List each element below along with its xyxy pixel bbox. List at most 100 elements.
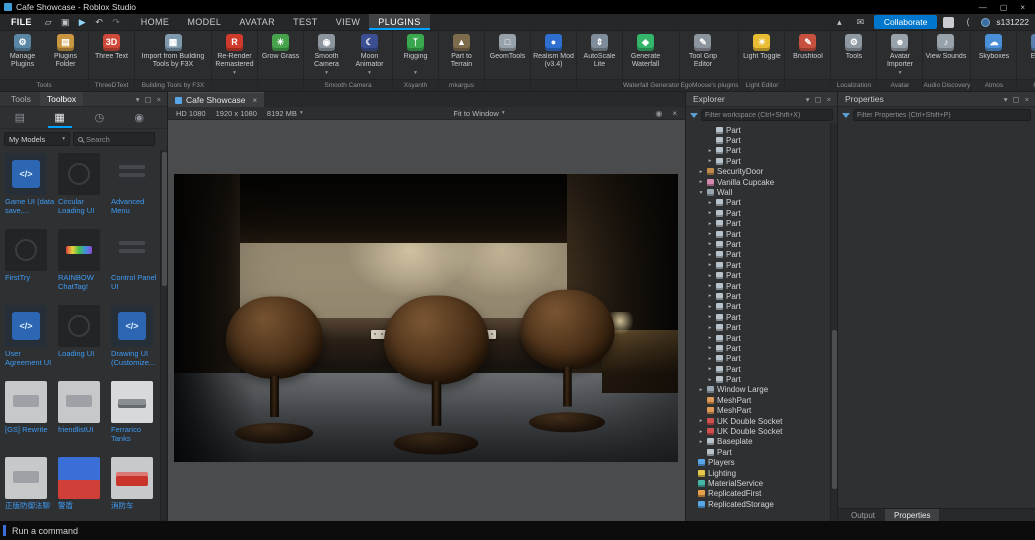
explorer-item-vanilla-cupcake[interactable]: ▸ Vanilla Cupcake — [686, 177, 829, 187]
explorer-item-part[interactable]: ▸ Part — [686, 146, 829, 156]
explorer-item-part[interactable]: ▸ Part — [686, 312, 829, 322]
user-avatar[interactable] — [981, 17, 991, 27]
ribbon-button-smooth-camera[interactable]: ◉ Smooth Camera ▾ — [305, 34, 348, 77]
toolbox-item[interactable]: User Agreement UI — [5, 305, 55, 379]
category-dropdown[interactable]: My Models ▾ — [4, 132, 70, 146]
expand-arrow-icon[interactable]: ▸ — [707, 273, 713, 279]
toolbox-item[interactable]: Loading UI — [58, 305, 108, 379]
explorer-item-uk-double-socket[interactable]: ▸ UK Double Socket — [686, 416, 829, 426]
explorer-item-part[interactable]: ▸ Part — [686, 291, 829, 301]
expand-arrow-icon[interactable]: ▸ — [707, 210, 713, 216]
expand-arrow-icon[interactable]: ▸ — [707, 366, 713, 372]
explorer-item-part[interactable]: ▸ Part — [686, 343, 829, 353]
document-tab[interactable]: Cafe Showcase × — [168, 92, 265, 107]
fit-to-window-dropdown[interactable]: Fit to Window ▾ — [453, 109, 504, 118]
toolbox-item[interactable]: Advanced Menu — [111, 153, 161, 227]
explorer-item-part[interactable]: ▸ Part — [686, 374, 829, 384]
toolbox-tab-recent-icon[interactable]: ◷ — [87, 108, 111, 128]
expand-arrow-icon[interactable]: ▸ — [707, 231, 713, 237]
explorer-item-meshpart[interactable]: MeshPart — [686, 406, 829, 416]
panel-float-icon[interactable]: ▢ — [145, 95, 152, 104]
expand-arrow-icon[interactable]: ▸ — [698, 387, 704, 393]
ribbon-button-re-render-remastered[interactable]: R Re-Render Remastered ▾ — [213, 34, 256, 77]
explorer-item-part[interactable]: Part — [686, 125, 829, 135]
explorer-item-part[interactable]: ▸ Part — [686, 364, 829, 374]
expand-arrow-icon[interactable]: ▸ — [707, 304, 713, 310]
expand-arrow-icon[interactable]: ▸ — [707, 314, 713, 320]
ribbon-button-grow-grass[interactable]: ✳ Grow Grass — [259, 34, 302, 69]
redo-icon[interactable]: ↷ — [109, 15, 124, 30]
explorer-item-part[interactable]: ▸ Part — [686, 333, 829, 343]
close-icon[interactable]: × — [1020, 3, 1025, 12]
menu-tab-test[interactable]: TEST — [284, 14, 327, 30]
toolbox-item[interactable]: Circular Loading UI — [58, 153, 108, 227]
ribbon-button-skyboxes[interactable]: ☁ Skyboxes — [972, 34, 1015, 69]
expand-arrow-icon[interactable]: ▸ — [707, 252, 713, 258]
explorer-item-part[interactable]: Part — [686, 135, 829, 145]
panel-menu-icon[interactable]: ▾ — [806, 95, 810, 104]
menu-tab-home[interactable]: HOME — [132, 14, 179, 30]
explorer-item-lighting[interactable]: Lighting — [686, 468, 829, 478]
record-icon[interactable]: ◉ — [655, 109, 662, 118]
explorer-item-part[interactable]: ▸ Part — [686, 260, 829, 270]
panel-float-icon[interactable]: ▢ — [815, 95, 822, 104]
panel-tab-toolbox[interactable]: Toolbox — [39, 92, 84, 106]
ribbon-button-part-to-terrain[interactable]: ▲ Part to Terrain — [440, 34, 483, 69]
expand-arrow-icon[interactable]: ▸ — [707, 241, 713, 247]
memory-dropdown[interactable]: 8192 MB ▾ — [267, 109, 303, 118]
panel-close-icon[interactable]: × — [1025, 95, 1029, 104]
explorer-item-part[interactable]: ▸ Part — [686, 250, 829, 260]
explorer-item-materialservice[interactable]: MaterialService — [686, 478, 829, 488]
maximize-icon[interactable]: ▢ — [1000, 3, 1008, 12]
toolbox-scrollbar[interactable] — [160, 150, 167, 521]
expand-arrow-icon[interactable]: ▸ — [707, 356, 713, 362]
infobar-close-icon[interactable]: × — [672, 109, 677, 118]
collapse-ribbon-icon[interactable]: ▴ — [832, 15, 847, 30]
explorer-item-part[interactable]: ▸ Part — [686, 208, 829, 218]
ribbon-button-avatar-importer[interactable]: ☻ Avatar Importer ▾ — [878, 34, 921, 77]
save-icon[interactable]: ▣ — [58, 15, 73, 30]
explorer-item-part[interactable]: ▸ Part — [686, 322, 829, 332]
expand-arrow-icon[interactable]: ▸ — [698, 429, 704, 435]
tab-output[interactable]: Output — [842, 509, 884, 521]
explorer-item-window-large[interactable]: ▸ Window Large — [686, 385, 829, 395]
ribbon-button-brushtool[interactable]: ✎ Brushtool — [786, 34, 829, 69]
ribbon-button-tool-grip-editor[interactable]: ✎ Tool Grip Editor — [681, 34, 724, 69]
expand-arrow-icon[interactable]: ▸ — [707, 335, 713, 341]
explorer-item-part[interactable]: ▸ Part — [686, 156, 829, 166]
panel-menu-icon[interactable]: ▾ — [136, 95, 140, 104]
explorer-item-players[interactable]: Players — [686, 458, 829, 468]
explorer-item-part[interactable]: Part — [686, 447, 829, 457]
explorer-item-baseplate[interactable]: ▸ Baseplate — [686, 437, 829, 447]
menu-tab-plugins[interactable]: PLUGINS — [369, 14, 430, 30]
ribbon-button-tools[interactable]: ⚙ Tools — [832, 34, 875, 69]
ribbon-button-generate-waterfall[interactable]: ◆ Generate Waterfall — [624, 34, 667, 69]
expand-arrow-icon[interactable]: ▸ — [707, 325, 713, 331]
ribbon-button-manage-plugins[interactable]: ⚙ Manage Plugins — [1, 34, 44, 69]
bar-stool[interactable] — [514, 289, 619, 433]
ribbon-button-rigging[interactable]: ᛉ Rigging ▾ — [394, 34, 437, 77]
play-icon[interactable]: ▶ — [75, 15, 90, 30]
expand-arrow-icon[interactable]: ▸ — [698, 439, 704, 445]
minimize-icon[interactable]: — — [979, 3, 987, 12]
explorer-item-part[interactable]: ▸ Part — [686, 229, 829, 239]
toolbox-item[interactable]: FirstTry — [5, 229, 55, 303]
toolbox-tab-inventory-icon[interactable]: ▦ — [48, 108, 72, 128]
toolbox-item[interactable]: [GS] Rewrite — [5, 381, 55, 455]
explorer-item-wall[interactable]: ▾ Wall — [686, 187, 829, 197]
ribbon-button-moon-animator[interactable]: ☾ Moon Animator ▾ — [348, 34, 391, 77]
expand-arrow-icon[interactable]: ▸ — [698, 179, 704, 185]
panel-menu-icon[interactable]: ▾ — [1004, 95, 1008, 104]
share-icon[interactable]: ⟨ — [960, 15, 975, 30]
expand-arrow-icon[interactable]: ▸ — [707, 200, 713, 206]
panel-tab-tools[interactable]: Tools — [4, 92, 38, 106]
ribbon-button-realism-mod-v3-4[interactable]: ● Realism Mod (v3.4) — [532, 34, 575, 69]
search-box[interactable] — [73, 132, 155, 146]
expand-arrow-icon[interactable]: ▸ — [707, 148, 713, 154]
avatar-thumbnail[interactable] — [943, 16, 955, 28]
chat-icon[interactable]: ✉ — [853, 15, 868, 30]
ribbon-button-plugins-folder[interactable]: ▤ Plugins Folder — [44, 34, 87, 69]
explorer-filter-input[interactable] — [701, 109, 833, 121]
toolbox-item[interactable]: RAINBOW ChatTag! — [58, 229, 108, 303]
toolbox-item[interactable]: Control Panel UI — [111, 229, 161, 303]
